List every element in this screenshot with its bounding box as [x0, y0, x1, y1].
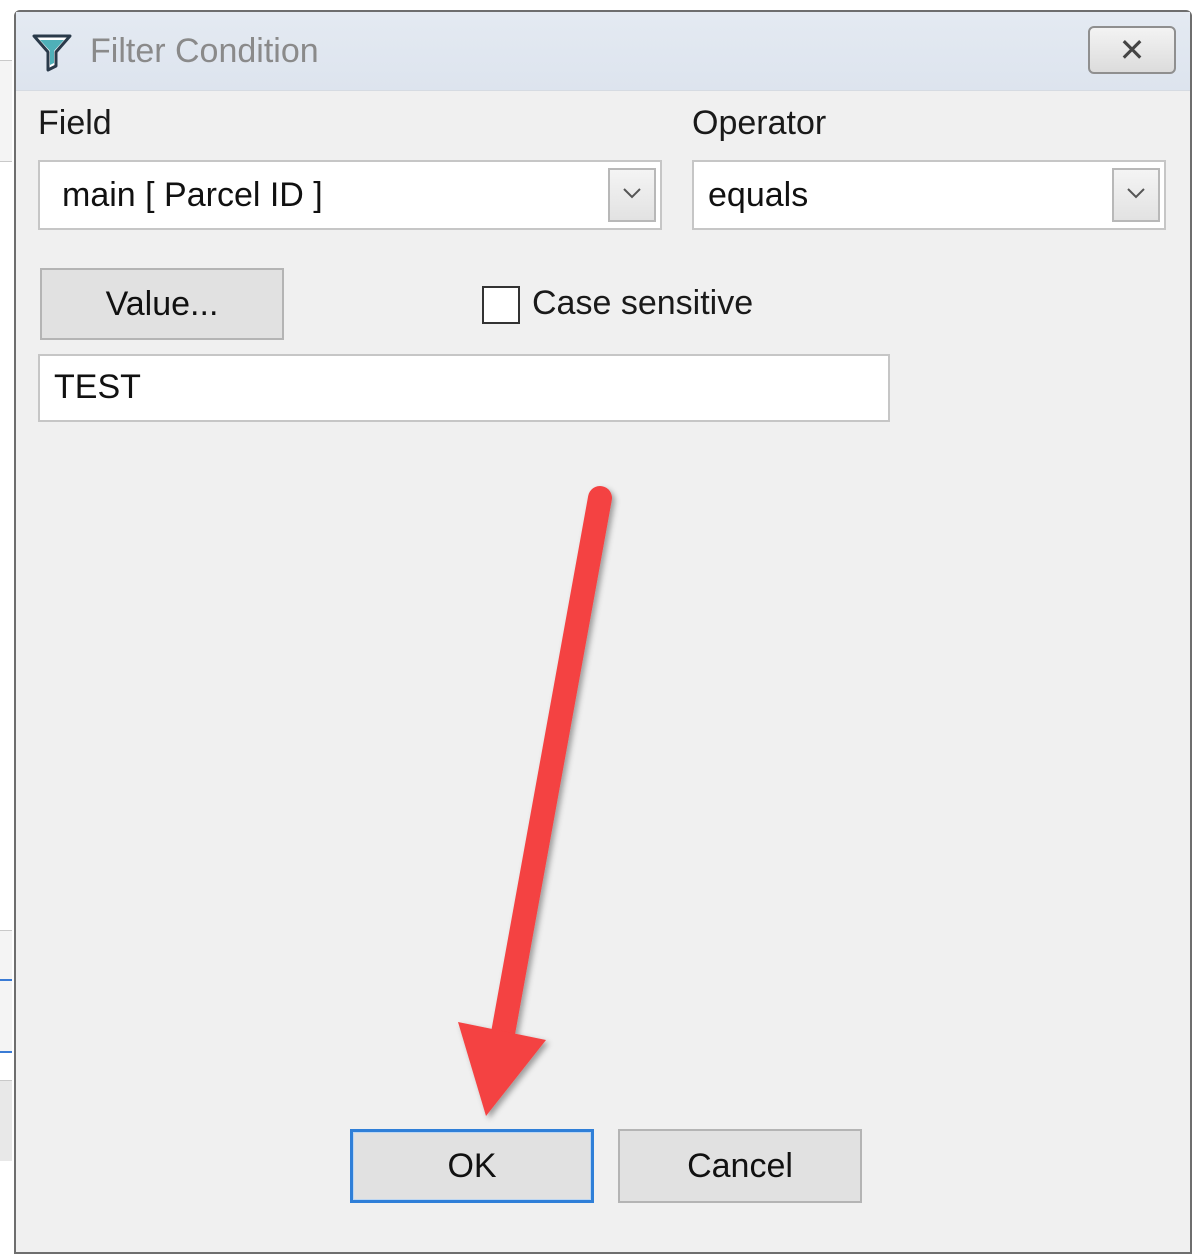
close-button[interactable]: ✕	[1088, 26, 1176, 74]
cancel-button-label: Cancel	[687, 1146, 793, 1185]
filter-icon	[30, 30, 74, 74]
chevron-down-icon	[623, 188, 641, 199]
ok-button-label: OK	[447, 1146, 497, 1185]
dialog-title: Filter Condition	[90, 32, 319, 70]
operator-label: Operator	[692, 104, 827, 142]
field-select-value: main [ Parcel ID ]	[62, 176, 323, 214]
operator-select[interactable]: equals	[692, 160, 1166, 230]
background-window-left-edge	[0, 0, 14, 1260]
value-button-label: Value...	[105, 284, 219, 323]
value-button[interactable]: Value...	[40, 268, 284, 340]
chevron-down-icon	[1127, 188, 1145, 199]
case-sensitive-label[interactable]: Case sensitive	[532, 284, 753, 323]
field-dropdown-button[interactable]	[608, 168, 656, 222]
background-selection	[0, 979, 12, 1053]
background-strip	[0, 1080, 12, 1161]
value-input[interactable]: TEST	[38, 354, 890, 422]
operator-dropdown-button[interactable]	[1112, 168, 1160, 222]
background-strip	[0, 60, 12, 162]
operator-select-value: equals	[708, 176, 809, 214]
field-select[interactable]: main [ Parcel ID ]	[38, 160, 662, 230]
cancel-button[interactable]: Cancel	[618, 1129, 862, 1203]
title-bar[interactable]: Filter Condition ✕	[16, 12, 1190, 91]
case-sensitive-checkbox[interactable]	[482, 286, 520, 324]
field-label: Field	[38, 104, 112, 142]
filter-condition-dialog: Filter Condition ✕ Field Operator main […	[14, 10, 1192, 1254]
background-strip	[0, 930, 12, 1053]
close-icon: ✕	[1118, 32, 1146, 68]
ok-button[interactable]: OK	[350, 1129, 594, 1203]
